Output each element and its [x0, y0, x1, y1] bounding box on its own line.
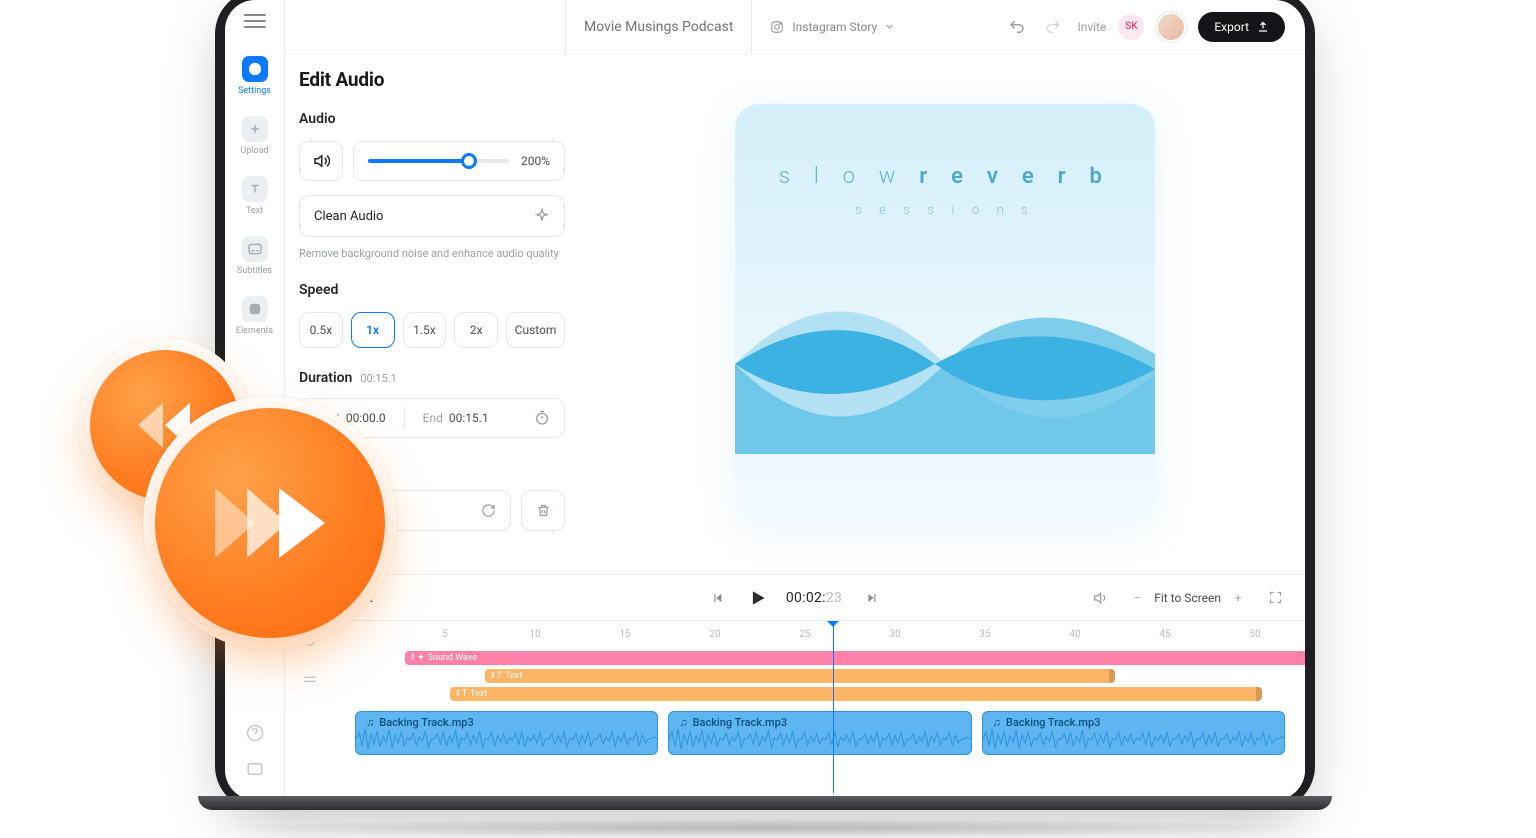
speed-1-5x[interactable]: 1.5x	[403, 312, 447, 348]
cover-title-light: s l o w	[779, 164, 919, 189]
panel-title: Edit Audio	[299, 68, 565, 91]
refresh-icon	[481, 503, 496, 518]
zoom-out-button[interactable]: −	[1130, 591, 1144, 605]
clean-audio-button[interactable]: Clean Audio	[299, 195, 565, 237]
volume-icon-button[interactable]	[299, 141, 343, 181]
invite-label[interactable]: Invite	[1077, 20, 1106, 34]
volume-icon	[312, 152, 330, 170]
menu-hamburger-icon[interactable]	[244, 10, 266, 32]
sidebar-item-label: Elements	[236, 326, 273, 336]
zoom-in-button[interactable]: +	[1231, 591, 1245, 605]
cover-preview: s l o w r e v e r b s e s s i o n s	[735, 104, 1155, 524]
duration-heading: Duration	[299, 370, 352, 386]
audio-clip-3[interactable]: ♫Backing Track.mp3	[982, 711, 1285, 755]
settings-rect-icon[interactable]	[246, 760, 264, 782]
format-label: Instagram Story	[792, 20, 877, 34]
track-text-2[interactable]: ‖ TText	[450, 687, 1262, 701]
sidebar-item-settings[interactable]: Settings	[225, 48, 284, 104]
text-icon	[242, 176, 268, 202]
speed-1x[interactable]: 1x	[351, 312, 395, 348]
fit-to-screen-button[interactable]: Fit to Screen	[1154, 591, 1221, 605]
format-dropdown[interactable]: Instagram Story	[770, 20, 894, 34]
playback-time: 00:02:23	[786, 590, 842, 606]
help-icon[interactable]	[246, 724, 264, 746]
audio-clip-1[interactable]: ♫Backing Track.mp3	[355, 711, 658, 755]
volume-value: 200%	[521, 154, 550, 168]
trash-icon	[536, 503, 551, 518]
export-label: Export	[1214, 20, 1249, 34]
speed-2x[interactable]: 2x	[454, 312, 498, 348]
clean-audio-label: Clean Audio	[314, 209, 383, 224]
track-sound-wave[interactable]: ‖ ✦Sound Wave	[405, 651, 1305, 665]
upload-icon	[1257, 21, 1269, 33]
avatar[interactable]	[1156, 12, 1186, 42]
speed-custom[interactable]: Custom	[506, 312, 565, 348]
audio-clip-2[interactable]: ♫Backing Track.mp3	[668, 711, 971, 755]
redo-icon[interactable]	[1041, 15, 1065, 39]
project-title: Movie Musings Podcast	[565, 0, 752, 54]
cover-wave-art	[735, 274, 1155, 454]
target-icon	[242, 56, 268, 82]
mute-icon[interactable]	[1088, 586, 1112, 610]
play-button[interactable]	[748, 588, 768, 608]
speed-heading: Speed	[299, 282, 565, 298]
sidebar-item-label: Settings	[238, 86, 271, 96]
duration-value: 00:15.1	[360, 372, 396, 385]
audio-heading: Audio	[299, 111, 565, 127]
skip-forward-icon[interactable]	[860, 586, 884, 610]
speed-0-5x[interactable]: 0.5x	[299, 312, 343, 348]
delete-audio-button[interactable]	[521, 490, 565, 531]
undo-icon[interactable]	[1005, 15, 1029, 39]
plus-icon	[242, 116, 268, 142]
sidebar-item-elements[interactable]: Elements	[225, 288, 284, 344]
avatar-initials[interactable]: SK	[1118, 14, 1144, 40]
sidebar-item-label: Subtitles	[237, 266, 272, 276]
instagram-icon	[770, 20, 784, 34]
layers-icon[interactable]	[297, 667, 323, 693]
fast-forward-icon	[155, 408, 385, 638]
clean-audio-hint: Remove background noise and enhance audi…	[299, 247, 565, 260]
sidebar-item-upload[interactable]: Upload	[225, 108, 284, 164]
export-button[interactable]: Export	[1198, 12, 1285, 42]
subtitles-icon	[242, 236, 268, 262]
stopwatch-icon[interactable]	[534, 410, 550, 426]
playhead[interactable]	[833, 623, 834, 793]
sidebar-item-subtitles[interactable]: Subtitles	[225, 228, 284, 284]
fullscreen-icon[interactable]	[1263, 586, 1287, 610]
track-text-1[interactable]: ‖ TText	[485, 669, 1115, 683]
sparkle-icon	[534, 208, 550, 224]
volume-slider[interactable]: 200%	[353, 141, 565, 181]
skip-back-icon[interactable]	[706, 586, 730, 610]
end-field[interactable]: End00:15.1	[423, 411, 489, 425]
sidebar-item-label: Text	[246, 206, 263, 216]
cover-title-bold: r e v e r b	[919, 164, 1111, 189]
slider-thumb[interactable]	[461, 153, 477, 169]
chevron-down-icon	[885, 22, 894, 31]
shapes-icon	[242, 296, 268, 322]
sidebar-item-text[interactable]: Text	[225, 168, 284, 224]
sidebar-item-label: Upload	[240, 146, 268, 156]
cover-subtitle: s e s s i o n s	[735, 203, 1155, 218]
